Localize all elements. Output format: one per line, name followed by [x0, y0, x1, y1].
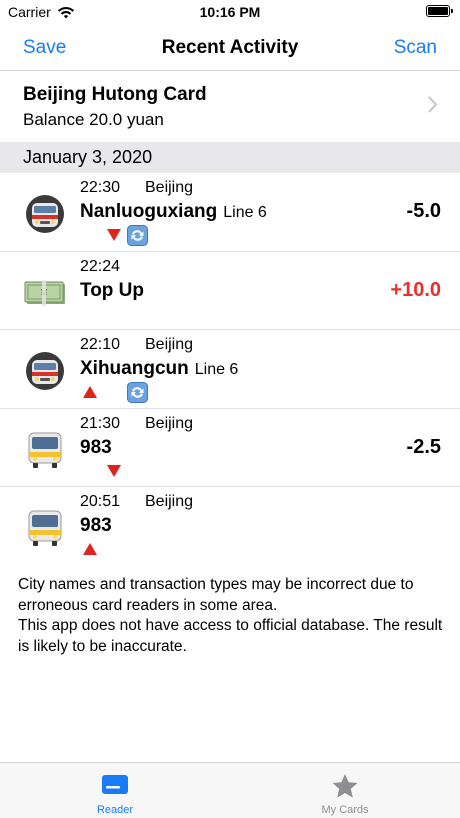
line-name: Line 6	[223, 204, 267, 221]
date-section-header: January 3, 2020	[0, 142, 460, 173]
card-balance: Balance 20.0 yuan	[23, 110, 164, 129]
station-name: Xihuangcun	[80, 358, 189, 380]
entry-up-triangle-icon	[83, 543, 97, 556]
scan-button[interactable]: Scan	[394, 37, 437, 59]
transfer-arrows-icon	[127, 382, 148, 404]
tab-my-cards[interactable]: My Cards	[230, 763, 460, 818]
transaction-city: Beijing	[145, 414, 194, 432]
battery-icon	[426, 5, 453, 17]
clock: 10:16 PM	[199, 4, 261, 20]
disclaimer-line-2: This app does not have access to officia…	[18, 617, 443, 655]
chevron-right-icon	[428, 96, 437, 113]
disclaimer-line-1: City names and transaction types may be …	[18, 576, 414, 614]
transaction-time: 22:24	[80, 257, 121, 275]
exit-down-triangle-icon	[107, 464, 121, 477]
tab-reader-label: Reader	[96, 804, 134, 816]
transaction-time: 22:30	[80, 179, 121, 196]
transaction-row[interactable]: 22:30 Beijing Nanluoguxiang Line 6 -5.0	[0, 173, 460, 252]
transaction-amount: -5.0	[406, 200, 441, 222]
line-name: Line 6	[194, 361, 239, 379]
navigation-bar: Save Recent Activity Scan	[0, 24, 460, 71]
transaction-city: Beijing	[145, 493, 194, 511]
transaction-row[interactable]: ¥ 22:24 Top Up +10.0	[0, 252, 460, 331]
page-title: Recent Activity	[161, 37, 299, 58]
transaction-row[interactable]: 21:30 Beijing 983 -2.5	[0, 409, 460, 488]
status-bar: Carrier 10:16 PM	[0, 0, 460, 24]
transfer-arrows-icon	[127, 225, 148, 246]
tab-reader[interactable]: Reader	[0, 763, 230, 818]
transaction-time: 20:51	[80, 493, 121, 511]
tab-bar: Reader My Cards	[0, 762, 460, 818]
transaction-time: 22:10	[80, 336, 121, 354]
card-name: Beijing Hutong Card	[23, 84, 207, 105]
bus-icon	[28, 432, 62, 468]
transaction-amount: +10.0	[390, 278, 441, 301]
transaction-name: Top Up	[80, 279, 145, 301]
transaction-row[interactable]: 20:51 Beijing 983	[0, 487, 460, 566]
bus-route-name: 983	[80, 515, 112, 537]
card-icon	[102, 775, 128, 794]
transaction-amount: -2.5	[406, 435, 441, 458]
card-summary-row[interactable]: Beijing Hutong Card Balance 20.0 yuan	[0, 72, 460, 142]
star-icon	[332, 774, 358, 798]
money-banknote-icon: ¥	[24, 279, 65, 306]
metro-train-icon	[26, 195, 64, 233]
transaction-list: 22:30 Beijing Nanluoguxiang Line 6 -5.0 ¥…	[0, 173, 460, 566]
metro-train-icon	[26, 352, 64, 391]
transaction-city: Beijing	[145, 336, 194, 354]
tab-my-cards-label: My Cards	[321, 804, 369, 816]
disclaimer-notice: City names and transaction types may be …	[18, 575, 443, 657]
exit-down-triangle-icon	[107, 229, 121, 241]
bus-icon	[28, 510, 62, 547]
bus-route-name: 983	[80, 436, 112, 458]
transaction-city: Beijing	[145, 179, 194, 196]
transaction-row[interactable]: 22:10 Beijing Xihuangcun Line 6	[0, 330, 460, 409]
station-name: Nanluoguxiang	[80, 201, 218, 222]
transaction-time: 21:30	[80, 414, 121, 432]
entry-up-triangle-icon	[83, 386, 97, 399]
section-date: January 3, 2020	[23, 147, 153, 167]
